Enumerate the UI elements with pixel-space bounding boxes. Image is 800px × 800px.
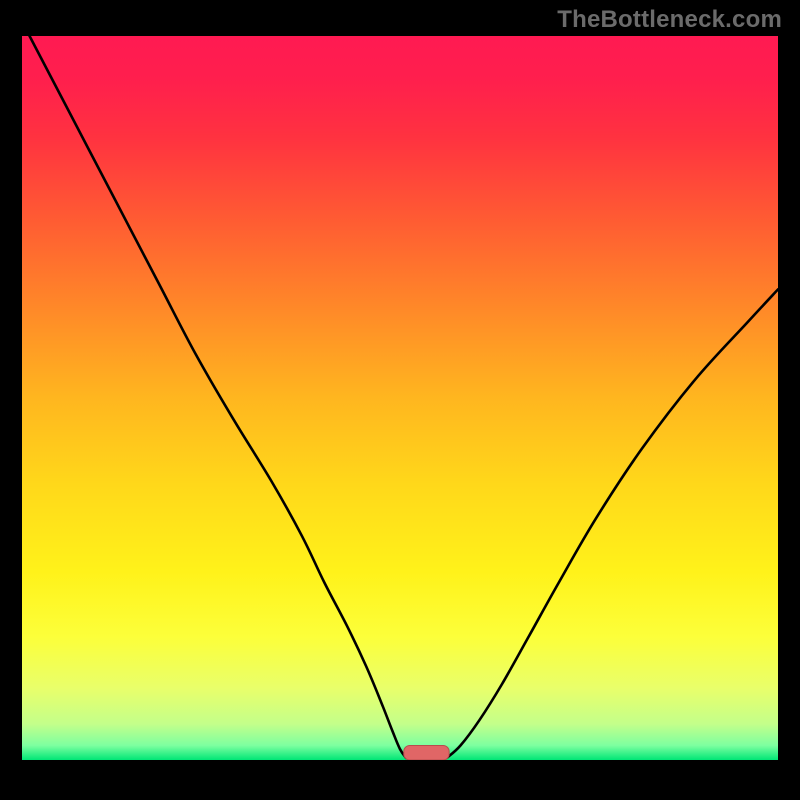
plot-area (22, 36, 778, 760)
bottleneck-curve-chart (0, 0, 800, 800)
chart-stage: TheBottleneck.com (0, 0, 800, 800)
optimum-marker (404, 746, 449, 760)
